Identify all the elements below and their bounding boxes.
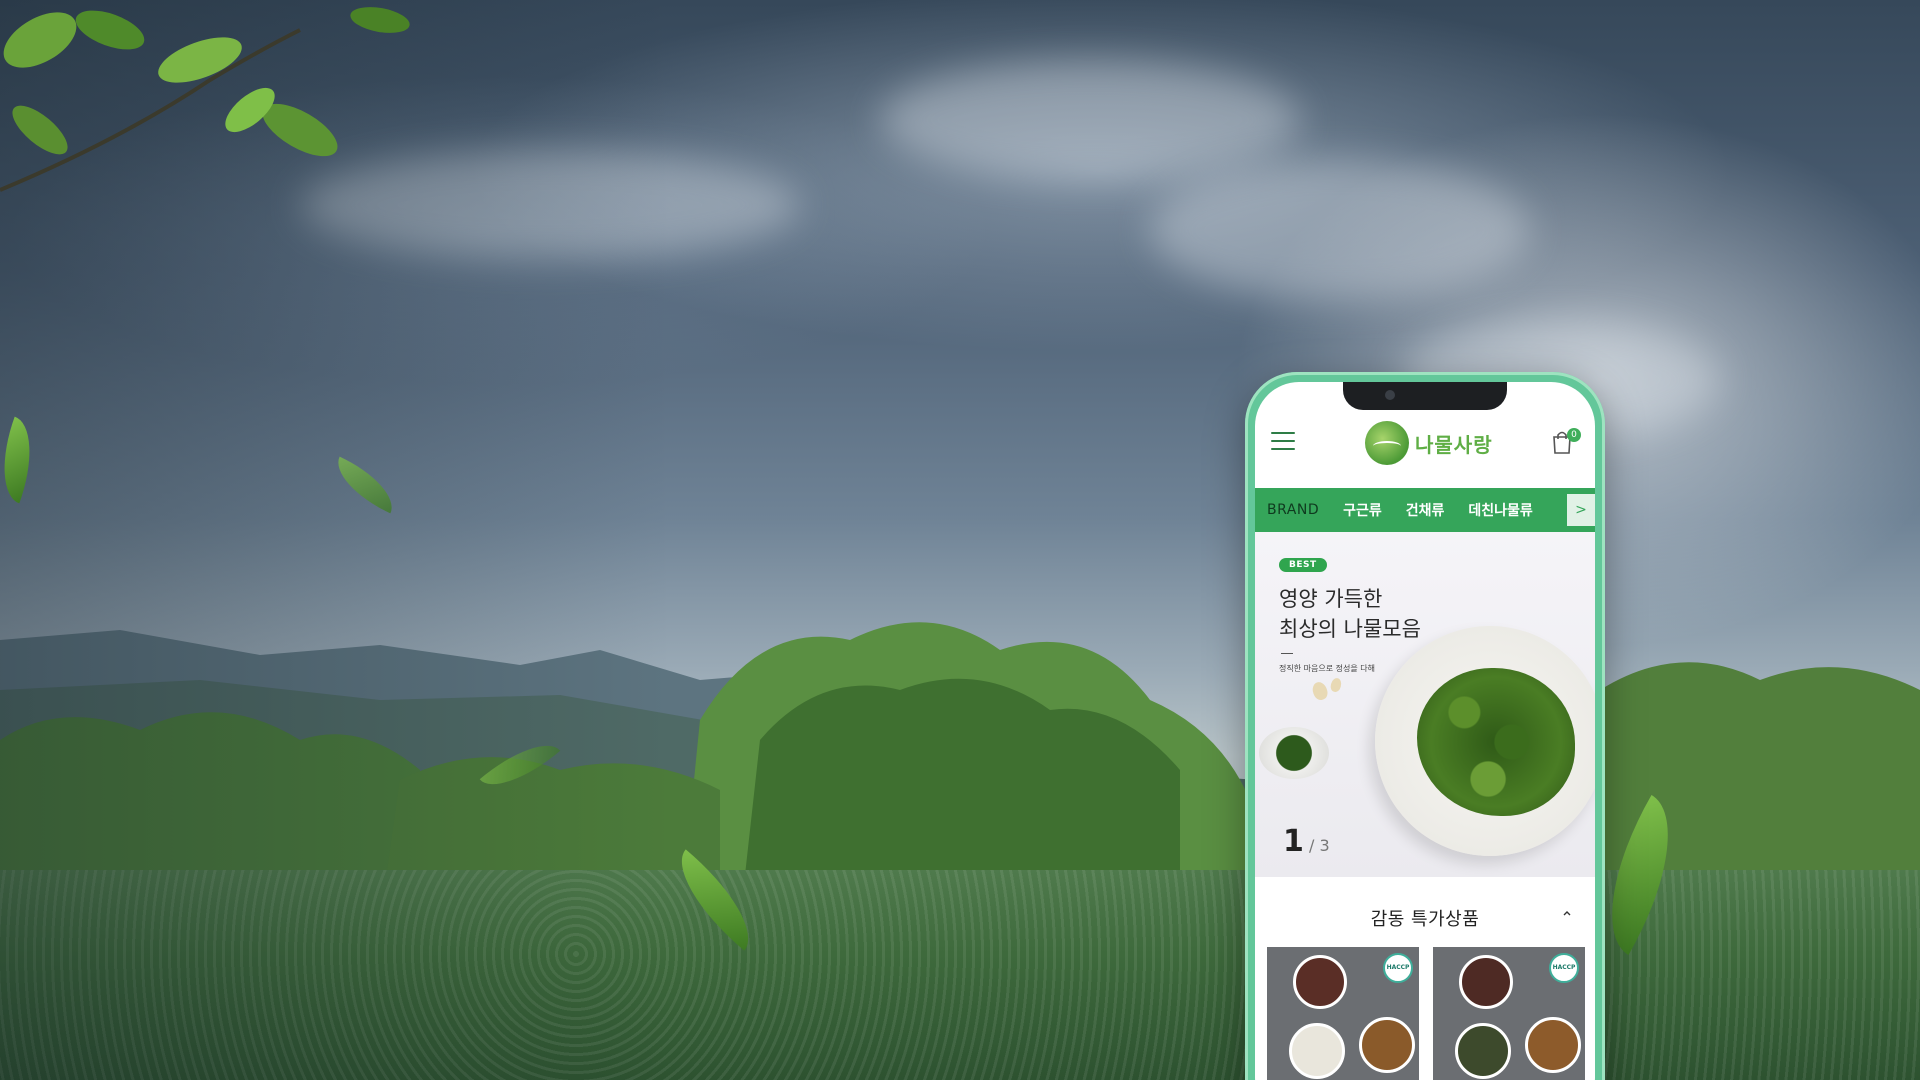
product-card[interactable]: HACCP <box>1267 947 1419 1080</box>
logo-mark-icon <box>1365 421 1409 465</box>
category-nav: BRAND 구근류 건채류 데친나물류 > <box>1255 488 1595 532</box>
slide-current: 1 <box>1283 824 1304 859</box>
category-blanched[interactable]: 데친나물류 <box>1456 500 1544 520</box>
hero-banner[interactable]: BEST 영양 가득한 최상의 나물모음 정직한 마음으로 정성을 다해 1 /… <box>1255 532 1595 877</box>
category-dried[interactable]: 건채류 <box>1394 500 1457 520</box>
slide-separator: / <box>1308 836 1315 855</box>
app-header: 나물사랑 0 <box>1255 410 1595 480</box>
product-card[interactable]: HACCP <box>1433 947 1585 1080</box>
camera-icon <box>1385 390 1395 400</box>
hero-title: 영양 가득한 최상의 나물모음 <box>1279 584 1421 644</box>
product-list: HACCP HACCP <box>1267 947 1585 1080</box>
product-dish-image <box>1293 955 1347 1009</box>
hero-title-line2: 최상의 나물모음 <box>1279 617 1421 641</box>
garlic-clove-image <box>1310 680 1330 702</box>
slide-counter: 1 / 3 <box>1283 824 1330 859</box>
side-bowl-image <box>1259 727 1329 779</box>
product-dish-image <box>1525 1017 1581 1073</box>
best-badge: BEST <box>1279 558 1327 572</box>
special-deals-section: 감동 특가상품 <box>1255 877 1595 947</box>
hamburger-menu-icon[interactable] <box>1271 432 1295 452</box>
special-deals-title: 감동 특가상품 <box>1370 909 1480 930</box>
haccp-badge: HACCP <box>1549 953 1579 983</box>
haccp-badge: HACCP <box>1383 953 1413 983</box>
product-dish-image <box>1459 955 1513 1009</box>
hero-divider <box>1281 653 1293 654</box>
tree-branch <box>0 7 410 192</box>
product-dish-image <box>1289 1023 1345 1079</box>
shopping-bag-icon[interactable]: 0 <box>1551 428 1581 454</box>
brand-logo[interactable]: 나물사랑 <box>1365 420 1493 466</box>
chevron-up-icon[interactable] <box>1561 907 1573 919</box>
cart-count-badge: 0 <box>1567 428 1581 442</box>
chevron-right-icon[interactable]: > <box>1567 494 1595 526</box>
background-scene <box>0 0 1920 1080</box>
phone-notch <box>1343 382 1507 410</box>
hero-title-line1: 영양 가득한 <box>1279 587 1383 611</box>
category-bulbs[interactable]: 구근류 <box>1331 500 1394 520</box>
garlic-clove-image <box>1329 676 1343 694</box>
product-dish-image <box>1455 1023 1511 1079</box>
hero-subtitle: 정직한 마음으로 정성을 다해 <box>1279 664 1375 673</box>
slide-total: 3 <box>1319 836 1330 855</box>
phone-screen: 나물사랑 0 BRAND 구근류 건채류 데친나물류 > BEST 영양 가득한… <box>1255 382 1595 1080</box>
phone-mockup: 나물사랑 0 BRAND 구근류 건채류 데친나물류 > BEST 영양 가득한… <box>1245 372 1605 1080</box>
product-dish-image <box>1359 1017 1415 1073</box>
category-brand[interactable]: BRAND <box>1255 502 1331 518</box>
logo-text: 나물사랑 <box>1415 432 1493 457</box>
